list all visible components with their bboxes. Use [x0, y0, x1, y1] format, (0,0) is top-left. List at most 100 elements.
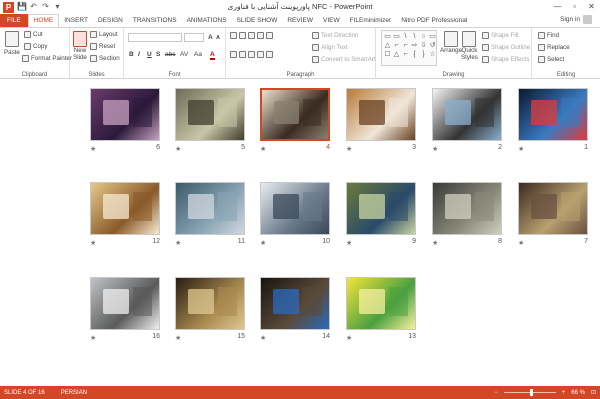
shape-option[interactable]: {	[410, 50, 419, 59]
replace-button[interactable]: Replace	[538, 44, 570, 51]
shape-option[interactable]: ▭	[428, 32, 437, 41]
bold-button[interactable]: B	[129, 51, 134, 58]
close-icon[interactable]: ✕	[583, 0, 600, 14]
shape-option[interactable]: ⇨	[410, 41, 419, 50]
slide-transition-star-icon[interactable]: ★	[260, 239, 266, 247]
shape-option[interactable]: ⌐	[392, 41, 401, 50]
slide-thumbnail[interactable]: ★ 4	[260, 88, 330, 154]
section-button[interactable]: Section	[90, 55, 120, 62]
zoom-in-icon[interactable]: +	[562, 390, 566, 396]
slide-preview[interactable]	[260, 182, 330, 235]
slide-transition-star-icon[interactable]: ★	[175, 145, 181, 153]
slide-preview[interactable]	[175, 182, 245, 235]
language-indicator[interactable]: PERSIAN	[61, 390, 87, 396]
shape-effects-button[interactable]: Shape Effects	[482, 56, 529, 63]
restore-icon[interactable]: ▫	[566, 0, 583, 14]
reset-button[interactable]: Reset	[90, 43, 115, 50]
italic-button[interactable]: I	[138, 51, 140, 58]
slide-preview[interactable]	[260, 88, 330, 141]
paste-button[interactable]: Paste	[4, 31, 20, 56]
slide-thumbnail[interactable]: ★ 12	[90, 182, 160, 248]
shape-fill-button[interactable]: Shape Fill	[482, 32, 519, 39]
slide-transition-star-icon[interactable]: ★	[90, 145, 96, 153]
tab-view[interactable]: VIEW	[318, 14, 345, 27]
shape-option[interactable]: △	[392, 50, 401, 59]
shape-option[interactable]: ⇩	[419, 41, 428, 50]
align-text-button[interactable]: Align Text	[312, 44, 348, 51]
slide-preview[interactable]	[518, 88, 588, 141]
select-button[interactable]: Select	[538, 56, 564, 63]
tab-insert[interactable]: INSERT	[59, 14, 93, 27]
zoom-slider[interactable]	[503, 389, 556, 396]
shape-option[interactable]: ⌐	[401, 50, 410, 59]
customize-qat-icon[interactable]: ▾	[53, 2, 62, 12]
slide-thumbnail[interactable]: ★ 1	[518, 88, 588, 154]
sign-in-link[interactable]: Sign in	[560, 15, 592, 24]
slide-thumbnail[interactable]: ★ 15	[175, 277, 245, 343]
zoom-slider-thumb[interactable]	[529, 389, 533, 396]
slide-thumbnail[interactable]: ★ 14	[260, 277, 330, 343]
shape-option[interactable]: ▭	[392, 32, 401, 41]
tab-nitro-pdf[interactable]: Nitro PDF Professional	[396, 14, 472, 27]
fit-slide-icon[interactable]: ⊡	[591, 389, 596, 396]
slide-thumbnail[interactable]: ★ 13	[346, 277, 416, 343]
font-color-button[interactable]: A	[210, 51, 215, 60]
shape-option[interactable]: ▭	[383, 32, 392, 41]
shape-option[interactable]: △	[383, 41, 392, 50]
shape-option[interactable]: \	[410, 32, 419, 41]
shape-option[interactable]: ⌐	[401, 41, 410, 50]
slide-preview[interactable]	[175, 88, 245, 141]
quick-styles-button[interactable]: Quick Styles	[461, 31, 478, 61]
slide-transition-star-icon[interactable]: ★	[90, 334, 96, 342]
slide-thumbnail[interactable]: ★ 11	[175, 182, 245, 248]
slide-preview[interactable]	[432, 88, 502, 141]
underline-button[interactable]: U	[147, 51, 152, 58]
zoom-out-icon[interactable]: −	[494, 390, 498, 396]
grow-font-icon[interactable]: A	[208, 34, 213, 41]
tab-home[interactable]: HOME	[27, 14, 60, 27]
slide-transition-star-icon[interactable]: ★	[432, 145, 438, 153]
slide-preview[interactable]	[90, 182, 160, 235]
slide-thumbnail[interactable]: ★ 8	[432, 182, 502, 248]
slide-preview[interactable]	[90, 88, 160, 141]
character-spacing-button[interactable]: AV	[180, 51, 188, 58]
tab-transitions[interactable]: TRANSITIONS	[128, 14, 182, 27]
tab-fileminimizer[interactable]: FILEminimizer	[345, 14, 397, 27]
copy-button[interactable]: Copy	[24, 43, 47, 50]
powerpoint-app-icon[interactable]: P	[3, 1, 14, 13]
slide-transition-star-icon[interactable]: ★	[346, 145, 352, 153]
font-name-combobox[interactable]	[128, 33, 182, 42]
tab-review[interactable]: REVIEW	[282, 14, 318, 27]
shapes-gallery[interactable]: ▭ ▭ \ \ ○ ▭ △ ⌐ ⌐ ⇨ ⇩ ↺ ☐ △ ⌐{} ☆	[381, 30, 437, 66]
slide-thumbnail[interactable]: ★ 16	[90, 277, 160, 343]
shape-option[interactable]: ↺	[428, 41, 437, 50]
new-slide-button[interactable]: New Slide	[73, 31, 87, 61]
avatar[interactable]	[583, 15, 592, 24]
tab-design[interactable]: DESIGN	[93, 14, 128, 27]
slide-preview[interactable]	[175, 277, 245, 330]
slide-transition-star-icon[interactable]: ★	[518, 145, 524, 153]
redo-icon[interactable]: ↷	[41, 2, 50, 12]
slide-thumbnail[interactable]: ★ 3	[346, 88, 416, 154]
font-size-combobox[interactable]	[184, 33, 204, 42]
zoom-level[interactable]: 66 %	[571, 390, 585, 396]
slide-preview[interactable]	[518, 182, 588, 235]
tab-animations[interactable]: ANIMATIONS	[182, 14, 232, 27]
slide-transition-star-icon[interactable]: ★	[432, 239, 438, 247]
slide-preview[interactable]	[346, 88, 416, 141]
slide-transition-star-icon[interactable]: ★	[260, 145, 266, 153]
slide-thumbnail[interactable]: ★ 10	[260, 182, 330, 248]
slide-thumbnail[interactable]: ★ 6	[90, 88, 160, 154]
shape-option[interactable]: ☐	[383, 50, 392, 59]
slide-transition-star-icon[interactable]: ★	[90, 239, 96, 247]
shape-option[interactable]: }	[419, 50, 428, 59]
slide-transition-star-icon[interactable]: ★	[175, 239, 181, 247]
minimize-icon[interactable]: —	[549, 0, 566, 14]
slide-thumbnail[interactable]: ★ 9	[346, 182, 416, 248]
slide-thumbnail[interactable]: ★ 7	[518, 182, 588, 248]
alignment-buttons[interactable]	[230, 51, 273, 58]
shape-option[interactable]: ○	[419, 32, 428, 41]
slide-preview[interactable]	[346, 277, 416, 330]
slide-preview[interactable]	[432, 182, 502, 235]
slide-preview[interactable]	[260, 277, 330, 330]
